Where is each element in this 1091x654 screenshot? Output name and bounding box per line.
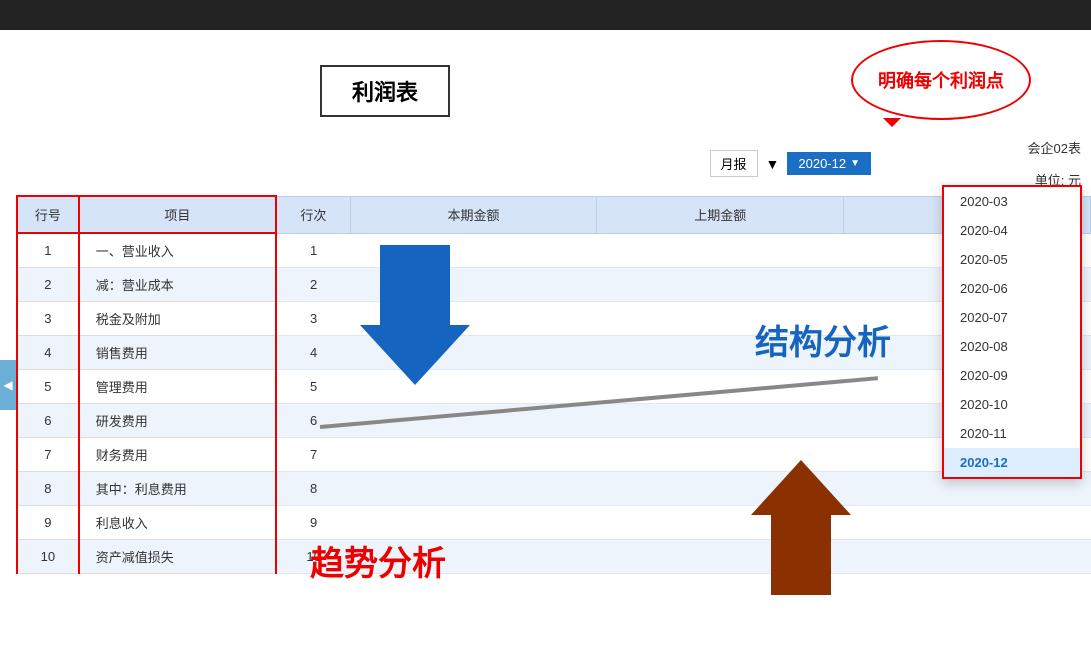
cell-item: 减：营业成本 xyxy=(79,268,276,302)
cell-line-num: 7 xyxy=(276,438,350,472)
cell-current xyxy=(350,370,597,404)
cell-line-num: 5 xyxy=(276,370,350,404)
dropdown-item-2020-10[interactable]: 2020-10 xyxy=(944,390,1080,419)
table-area: ◀ 行号 项目 行次 本期金额 xyxy=(0,195,1091,654)
date-select-button[interactable]: 2020-12 ▼ xyxy=(787,152,871,175)
cell-current xyxy=(350,540,597,574)
annotation-bubble: 明确每个利润点 xyxy=(851,40,1031,120)
cell-line-num: 3 xyxy=(276,302,350,336)
cell-item: 一、营业收入 xyxy=(79,233,276,268)
cell-prev xyxy=(597,268,844,302)
cell-current xyxy=(350,336,597,370)
table-row: 8 其中：利息费用 8 xyxy=(17,472,1091,506)
title-section: 利润表 xyxy=(320,65,450,117)
cell-line-num: 6 xyxy=(276,404,350,438)
top-bar xyxy=(0,0,1091,30)
dropdown-item-2020-12[interactable]: 2020-12 xyxy=(944,448,1080,477)
cell-item: 利息收入 xyxy=(79,506,276,540)
header-controls: 月报 ▼ 2020-12 ▼ xyxy=(710,150,872,177)
cell-row-num: 10 xyxy=(17,540,79,574)
cell-row-num: 4 xyxy=(17,336,79,370)
dropdown-item-2020-08[interactable]: 2020-08 xyxy=(944,332,1080,361)
col-prev: 上期金额 xyxy=(597,196,844,233)
dropdown-item-2020-11[interactable]: 2020-11 xyxy=(944,419,1080,448)
cell-prev xyxy=(597,233,844,268)
cell-row-num: 2 xyxy=(17,268,79,302)
cell-row-num: 6 xyxy=(17,404,79,438)
sidebar-toggle-button[interactable]: ◀ xyxy=(0,360,16,410)
period-type-button[interactable]: 月报 xyxy=(710,150,758,177)
table-row: 7 财务费用 7 xyxy=(17,438,1091,472)
cell-row-num: 8 xyxy=(17,472,79,506)
cell-row-num: 9 xyxy=(17,506,79,540)
cell-prev xyxy=(597,404,844,438)
table-row: 1 一、营业收入 1 xyxy=(17,233,1091,268)
cell-prev xyxy=(597,438,844,472)
cell-item: 税金及附加 xyxy=(79,302,276,336)
cell-line-num: 2 xyxy=(276,268,350,302)
cell-current xyxy=(350,302,597,336)
cell-row-num: 7 xyxy=(17,438,79,472)
dropdown-item-2020-07[interactable]: 2020-07 xyxy=(944,303,1080,332)
cell-row-num: 5 xyxy=(17,370,79,404)
cell-prev xyxy=(597,506,844,540)
cell-row-num: 1 xyxy=(17,233,79,268)
table-row: 2 减：营业成本 2 xyxy=(17,268,1091,302)
cell-line-num: 1 xyxy=(276,233,350,268)
period-chevron: ▼ xyxy=(766,156,780,172)
cell-prev xyxy=(597,540,844,574)
cell-prev xyxy=(597,370,844,404)
cell-annual xyxy=(844,506,1091,540)
cell-line-num: 9 xyxy=(276,506,350,540)
col-current: 本期金额 xyxy=(350,196,597,233)
cell-item: 销售费用 xyxy=(79,336,276,370)
cell-line-num: 8 xyxy=(276,472,350,506)
report-title: 利润表 xyxy=(320,65,450,117)
cell-current xyxy=(350,506,597,540)
dropdown-item-2020-03[interactable]: 2020-03 xyxy=(944,187,1080,216)
cell-line-num: 4 xyxy=(276,336,350,370)
cell-prev xyxy=(597,302,844,336)
col-row-num: 行号 xyxy=(17,196,79,233)
dropdown-item-2020-06[interactable]: 2020-06 xyxy=(944,274,1080,303)
table-row: 5 管理费用 5 xyxy=(17,370,1091,404)
cell-item: 资产减值损失 xyxy=(79,540,276,574)
date-dropdown: 2020-03 2020-04 2020-05 2020-06 2020-07 … xyxy=(942,185,1082,479)
dropdown-item-2020-05[interactable]: 2020-05 xyxy=(944,245,1080,274)
date-chevron-icon: ▼ xyxy=(850,158,860,169)
cell-current xyxy=(350,268,597,302)
company-label: 会企02表 xyxy=(1028,138,1081,157)
cell-current xyxy=(350,404,597,438)
cell-prev xyxy=(597,336,844,370)
col-item: 项目 xyxy=(79,196,276,233)
table-header-row: 行号 项目 行次 本期金额 上期金额 xyxy=(17,196,1091,233)
cell-item: 其中：利息费用 xyxy=(79,472,276,506)
table-row: 3 税金及附加 3 xyxy=(17,302,1091,336)
main-content: 利润表 明确每个利润点 会企02表 月报 ▼ 2020-12 ▼ 单位: 元 ◀ xyxy=(0,30,1091,654)
cell-item: 财务费用 xyxy=(79,438,276,472)
col-line-num: 行次 xyxy=(276,196,350,233)
dropdown-item-2020-09[interactable]: 2020-09 xyxy=(944,361,1080,390)
table-row: 10 资产减值损失 10 xyxy=(17,540,1091,574)
cell-item: 管理费用 xyxy=(79,370,276,404)
table-row: 9 利息收入 9 xyxy=(17,506,1091,540)
cell-prev xyxy=(597,472,844,506)
cell-item: 研发费用 xyxy=(79,404,276,438)
cell-annual xyxy=(844,540,1091,574)
table-row: 6 研发费用 6 xyxy=(17,404,1091,438)
profit-table: 行号 项目 行次 本期金额 上期金额 xyxy=(16,195,1091,574)
cell-line-num: 10 xyxy=(276,540,350,574)
dropdown-item-2020-04[interactable]: 2020-04 xyxy=(944,216,1080,245)
cell-current xyxy=(350,472,597,506)
dropdown-scroll-area[interactable]: 2020-03 2020-04 2020-05 2020-06 2020-07 … xyxy=(944,187,1080,477)
cell-current xyxy=(350,233,597,268)
cell-current xyxy=(350,438,597,472)
cell-row-num: 3 xyxy=(17,302,79,336)
table-row: 4 销售费用 4 xyxy=(17,336,1091,370)
table-wrapper: ◀ 行号 项目 行次 本期金额 xyxy=(0,195,1091,574)
